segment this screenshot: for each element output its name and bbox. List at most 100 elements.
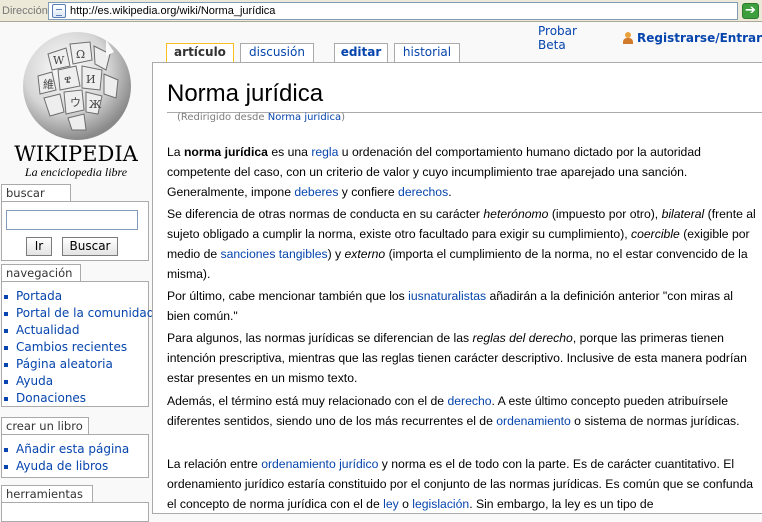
- link-deberes[interactable]: deberes: [294, 185, 338, 199]
- link-legislacion[interactable]: legislación: [412, 497, 469, 511]
- svg-text:W: W: [53, 54, 65, 67]
- link-derechos[interactable]: derechos: [398, 185, 448, 199]
- link-regla[interactable]: regla: [311, 145, 338, 159]
- nav-link[interactable]: Portal de la comunidad: [16, 306, 154, 320]
- tab-label[interactable]: historial: [403, 45, 451, 59]
- italic-term: bilateral: [661, 207, 705, 221]
- tab-label[interactable]: artículo: [174, 45, 226, 59]
- nav-link[interactable]: Ayuda: [16, 374, 53, 388]
- search-input[interactable]: [6, 210, 138, 230]
- text: La: [167, 145, 184, 159]
- redirect-suffix: ): [341, 112, 345, 123]
- search-button[interactable]: Buscar: [62, 237, 118, 256]
- paragraph-6: La relación entre ordenamiento jurídico …: [167, 454, 759, 514]
- try-beta-link[interactable]: Probar Beta: [538, 24, 604, 52]
- navigation-portlet: Portada Portal de la comunidad Actualida…: [1, 281, 154, 407]
- link-ordenamiento[interactable]: ordenamiento: [496, 414, 571, 428]
- nav-link[interactable]: Actualidad: [16, 323, 80, 337]
- tab-history[interactable]: historial: [394, 43, 460, 62]
- nav-link[interactable]: Portada: [16, 289, 62, 303]
- go-button[interactable]: ➔: [742, 3, 759, 19]
- book-link[interactable]: Añadir esta página: [16, 442, 129, 456]
- link-derecho[interactable]: derecho: [447, 394, 491, 408]
- text: Además, el término está muy relacionado …: [167, 394, 448, 408]
- wikipedia-tagline: La enciclopedia libre: [24, 165, 128, 179]
- link-ley[interactable]: ley: [383, 497, 399, 511]
- nav-item-actualidad[interactable]: Actualidad: [2, 322, 148, 339]
- svg-text:И: И: [86, 73, 96, 86]
- redirect-link[interactable]: Norma juridica: [268, 112, 341, 123]
- text: Para algunos, las normas jurídicas se di…: [167, 331, 473, 345]
- book-item-help[interactable]: Ayuda de libros: [2, 458, 148, 475]
- book-item-add[interactable]: Añadir esta página: [2, 441, 148, 458]
- text: ) y: [327, 247, 345, 261]
- wikipedia-logo[interactable]: W Ω ዌ И 維 ウ Ж WIKIPEDIA La enciclopedia …: [0, 24, 152, 182]
- paragraph-4: Para algunos, las normas jurídicas se di…: [167, 328, 759, 388]
- create-book-portlet: Añadir esta página Ayuda de libros: [1, 434, 149, 478]
- svg-text:維: 維: [43, 78, 54, 91]
- tools-portlet: [1, 502, 149, 522]
- tab-label[interactable]: discusión: [249, 45, 305, 59]
- nav-link[interactable]: Cambios recientes: [16, 340, 127, 354]
- paragraph-5: Además, el término está muy relacionado …: [167, 391, 759, 431]
- user-icon: [622, 32, 633, 44]
- search-heading: buscar: [1, 184, 71, 201]
- nav-item-cambios[interactable]: Cambios recientes: [2, 339, 148, 356]
- svg-text:Ж: Ж: [89, 98, 102, 111]
- text: o: [398, 497, 413, 511]
- italic-term: externo: [344, 247, 386, 261]
- svg-text:ዌ: ዌ: [64, 73, 71, 86]
- personal-links: Probar Beta Registrarse/Entrar: [538, 24, 762, 52]
- go-search-button[interactable]: Ir: [26, 237, 52, 256]
- nav-item-portada[interactable]: Portada: [2, 288, 148, 305]
- nav-item-portal[interactable]: Portal de la comunidad: [2, 305, 154, 322]
- address-url: http://es.wikipedia.org/wiki/Norma_juríd…: [70, 5, 276, 17]
- text: o sistema de normas jurídicas.: [570, 414, 740, 428]
- text: es una: [267, 145, 312, 159]
- book-link[interactable]: Ayuda de libros: [16, 459, 108, 473]
- page-icon: [52, 4, 66, 18]
- tab-edit[interactable]: editar: [334, 43, 388, 62]
- italic-term: reglas del derecho: [472, 331, 573, 345]
- italic-term: heterónomo: [483, 207, 549, 221]
- navigation-heading: navegación: [1, 264, 81, 281]
- text: Se diferencia de otras normas de conduct…: [167, 207, 484, 221]
- address-input[interactable]: http://es.wikipedia.org/wiki/Norma_juríd…: [48, 2, 738, 20]
- nav-link[interactable]: Página aleatoria: [16, 357, 113, 371]
- create-book-heading: crear un libro: [1, 417, 89, 434]
- svg-text:Ω: Ω: [76, 48, 85, 61]
- address-label: Dirección: [2, 4, 48, 17]
- text: .: [448, 185, 452, 199]
- text: Por último, cabe mencionar también que l…: [167, 289, 409, 303]
- text: y confiere: [338, 185, 399, 199]
- italic-term: coercible: [631, 227, 680, 241]
- text: (impuesto por otro),: [548, 207, 662, 221]
- tab-label[interactable]: editar: [341, 45, 382, 59]
- tab-article[interactable]: artículo: [166, 43, 234, 63]
- tab-discussion[interactable]: discusión: [240, 43, 314, 62]
- bold-term: norma jurídica: [183, 145, 268, 159]
- link-ordenamiento-juridico[interactable]: ordenamiento jurídico: [261, 457, 378, 471]
- wikipedia-wordmark: WIKIPEDIA: [14, 142, 138, 166]
- nav-item-aleatoria[interactable]: Página aleatoria: [2, 356, 148, 373]
- paragraph-1: La norma jurídica es una regla u ordenac…: [167, 142, 759, 202]
- nav-item-ayuda[interactable]: Ayuda: [2, 373, 148, 390]
- address-bar: Dirección http://es.wikipedia.org/wiki/N…: [0, 0, 762, 22]
- nav-item-donaciones[interactable]: Donaciones: [2, 390, 148, 407]
- redirect-notice: (Redirigido desde Norma juridica): [177, 112, 345, 123]
- wikipedia-globe-icon: W Ω ዌ И 維 ウ Ж: [23, 32, 131, 140]
- text: . Sin embargo, la ley es un tipo de: [469, 497, 654, 511]
- paragraph-3: Por último, cabe mencionar también que l…: [167, 286, 759, 326]
- text: La relación entre: [167, 457, 262, 471]
- svg-text:ウ: ウ: [70, 96, 81, 109]
- link-sanciones[interactable]: sanciones tangibles: [221, 247, 328, 261]
- tools-heading: herramientas: [1, 485, 93, 502]
- redirect-prefix: (Redirigido desde: [177, 112, 268, 123]
- paragraph-2: Se diferencia de otras normas de conduct…: [167, 204, 759, 284]
- search-portlet: Ir Buscar: [1, 201, 149, 261]
- nav-link[interactable]: Donaciones: [16, 391, 86, 405]
- page-title: Norma jurídica: [167, 80, 324, 107]
- link-iusnaturalistas[interactable]: iusnaturalistas: [408, 289, 486, 303]
- article-content: Norma jurídica (Redirigido desde Norma j…: [152, 62, 762, 514]
- login-link[interactable]: Registrarse/Entrar: [637, 31, 762, 45]
